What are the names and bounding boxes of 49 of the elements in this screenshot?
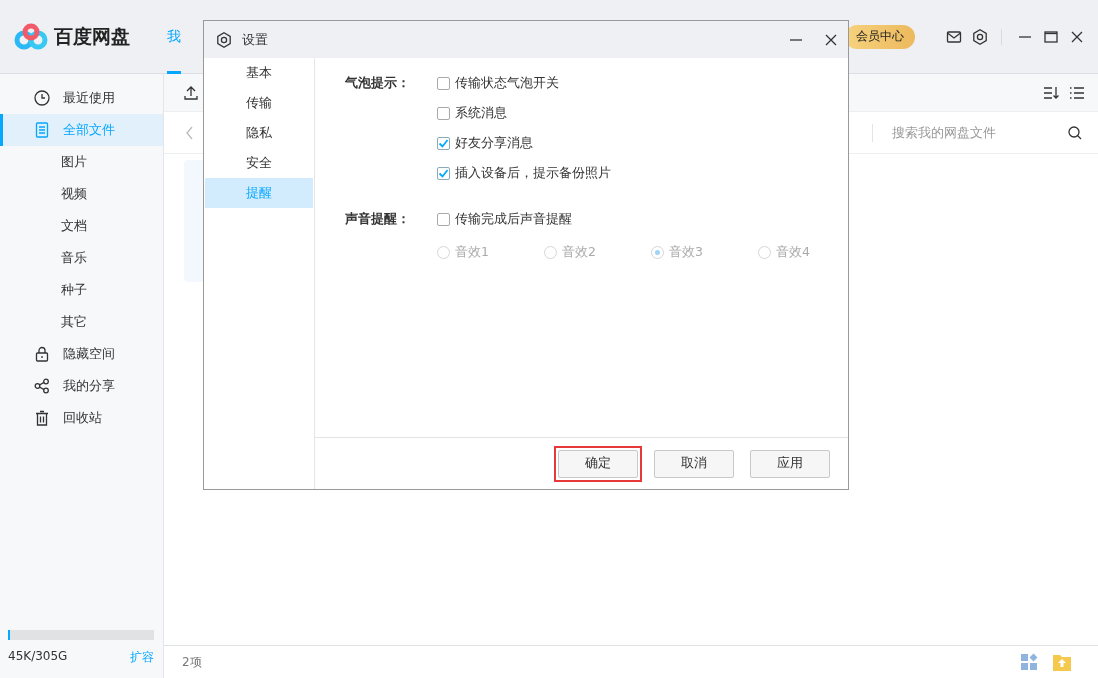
settings-nav-item[interactable]: 隐私 <box>205 118 313 148</box>
radio-label: 音效3 <box>669 243 703 261</box>
checkbox[interactable] <box>437 136 450 150</box>
share-icon <box>33 377 51 395</box>
app-logo-text: 百度网盘 <box>54 23 130 49</box>
checkbox[interactable] <box>437 76 450 90</box>
clock-icon <box>33 89 51 107</box>
dialog-button[interactable]: 确定 <box>558 449 638 478</box>
settings-icon[interactable] <box>971 27 989 46</box>
logo-icon <box>14 22 48 51</box>
checkbox-label: 传输完成后声音提醒 <box>455 210 572 228</box>
sidebar-subitem[interactable]: 种子 <box>0 274 163 306</box>
lock-icon <box>33 345 51 363</box>
checkbox[interactable] <box>437 166 450 180</box>
upload-folder-icon[interactable] <box>1052 652 1072 672</box>
checkbox-label: 插入设备后，提示备份照片 <box>455 164 611 182</box>
radio-label: 音效1 <box>455 243 489 261</box>
checkbox[interactable] <box>437 106 450 120</box>
sidebar-subitem[interactable]: 文档 <box>0 210 163 242</box>
radio-label: 音效4 <box>776 243 810 261</box>
section-label: 气泡提示： <box>345 73 411 92</box>
sidebar-subitem[interactable]: 图片 <box>0 146 163 178</box>
sidebar-item[interactable]: 最近使用 <box>0 82 163 114</box>
storage-usage: 45K/305G <box>8 649 68 665</box>
settings-nav-item[interactable]: 安全 <box>205 148 313 178</box>
settings-nav-item[interactable]: 传输 <box>205 88 313 118</box>
dialog-button[interactable]: 取消 <box>654 449 734 478</box>
dialog-title: 设置 <box>242 30 268 49</box>
checkbox[interactable] <box>437 212 450 226</box>
item-count: 2项 <box>182 653 202 671</box>
dialog-button[interactable]: 应用 <box>750 449 830 478</box>
section-label: 声音提醒： <box>345 209 411 228</box>
sidebar-subitem[interactable]: 其它 <box>0 306 163 338</box>
sidebar-item[interactable]: 我的分享 <box>0 370 163 402</box>
radio-label: 音效2 <box>562 243 596 261</box>
settings-nav-item[interactable]: 基本 <box>205 58 313 88</box>
sidebar-item[interactable]: 隐藏空间 <box>0 338 163 370</box>
search-icon[interactable] <box>1066 123 1084 142</box>
checkbox-label: 系统消息 <box>455 104 507 122</box>
checkbox-label: 好友分享消息 <box>455 134 533 152</box>
grid-view-icon[interactable] <box>1020 653 1038 671</box>
settings-icon <box>215 30 233 49</box>
document-icon <box>33 121 51 139</box>
sidebar-subitem[interactable]: 音乐 <box>0 242 163 274</box>
checkbox-label: 传输状态气泡开关 <box>455 74 559 92</box>
sidebar-subitem[interactable]: 视频 <box>0 178 163 210</box>
search-field[interactable]: 搜索我的网盘文件 <box>872 123 1084 142</box>
trash-icon <box>33 409 51 427</box>
sidebar-item[interactable]: 回收站 <box>0 402 163 434</box>
